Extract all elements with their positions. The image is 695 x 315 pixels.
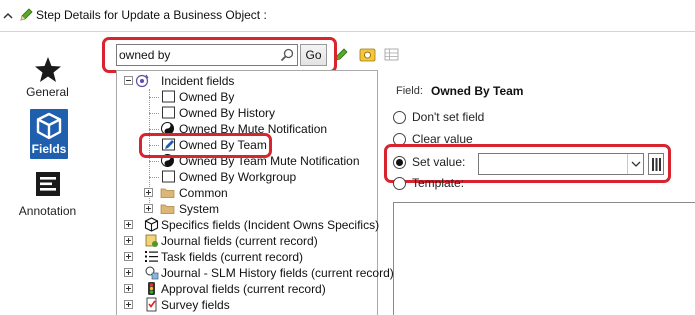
radio-label: Don't set field — [412, 110, 485, 124]
text-field-icon — [162, 90, 175, 103]
template-textarea[interactable] — [393, 202, 695, 315]
window-title: Step Details for Update a Business Objec… — [36, 8, 267, 22]
expand-icon[interactable] — [124, 300, 133, 309]
tree-node-label: System — [179, 202, 220, 216]
tree-node-label: Owned By History — [179, 106, 276, 120]
tree-connector — [149, 129, 159, 130]
radio-label: Template: — [412, 176, 465, 190]
left-nav: General Fields Annotation — [0, 33, 95, 315]
folder-icon — [160, 204, 175, 214]
tree-node-label: Journal fields (current record) — [161, 234, 318, 248]
slm-history-icon — [145, 266, 159, 280]
expand-icon[interactable] — [124, 268, 133, 277]
expand-icon[interactable] — [144, 188, 153, 197]
expand-icon[interactable] — [124, 236, 133, 245]
tree-node-label: Incident fields — [161, 74, 235, 88]
tree-node-label: Task fields (current record) — [161, 250, 304, 264]
collapse-icon[interactable] — [124, 76, 133, 85]
field-caption: Field: — [396, 85, 423, 97]
field-value: Owned By Team — [431, 84, 524, 98]
tree-node-label: Specifics fields (Incident Owns Specific… — [161, 218, 380, 232]
cube-outline-icon — [144, 217, 159, 232]
title-bar: Step Details for Update a Business Objec… — [0, 0, 695, 32]
traffic-light-icon — [148, 282, 155, 295]
task-list-icon — [145, 251, 158, 262]
nav-fields[interactable]: Fields — [30, 109, 68, 159]
nav-annotation-label: Annotation — [18, 204, 77, 218]
chevron-up-icon[interactable] — [2, 11, 14, 21]
expand-icon[interactable] — [124, 284, 133, 293]
incident-icon — [135, 74, 149, 88]
text-field-icon — [162, 106, 175, 119]
survey-icon — [146, 297, 157, 312]
annotation-icon — [36, 172, 60, 196]
field-picker-icon[interactable] — [359, 46, 376, 63]
tree-node-label: Journal - SLM History fields (current re… — [161, 266, 394, 280]
tree-connector — [149, 97, 159, 98]
tree-connector — [149, 113, 159, 114]
pencil-icon — [20, 8, 33, 21]
radio-dont-set-field[interactable] — [393, 111, 406, 124]
journal-icon — [145, 234, 158, 247]
folder-icon — [160, 188, 175, 198]
search-highlight — [102, 37, 337, 73]
nav-fields-label: Fields — [31, 142, 67, 156]
cube-icon — [36, 112, 62, 140]
tree-node-label: Survey fields — [161, 298, 230, 312]
radio-template[interactable] — [393, 177, 406, 190]
tree-connector — [149, 161, 159, 162]
nav-annotation[interactable]: Annotation — [0, 168, 95, 228]
selected-node-highlight — [139, 133, 272, 158]
text-field-icon — [162, 170, 175, 183]
expand-icon[interactable] — [124, 220, 133, 229]
expand-icon[interactable] — [144, 204, 153, 213]
tree-node-label: Owned By Workgroup — [179, 170, 297, 184]
tree-node-label: Common — [179, 186, 228, 200]
star-icon — [35, 57, 61, 82]
grid-tool-icon[interactable] — [383, 46, 400, 63]
tree-node-label: Owned By — [179, 90, 235, 104]
tree-node-label: Approval fields (current record) — [161, 282, 326, 296]
nav-general[interactable]: General — [0, 49, 95, 109]
expand-icon[interactable] — [124, 252, 133, 261]
nav-general-label: General — [26, 85, 69, 99]
tree-connector — [149, 177, 159, 178]
